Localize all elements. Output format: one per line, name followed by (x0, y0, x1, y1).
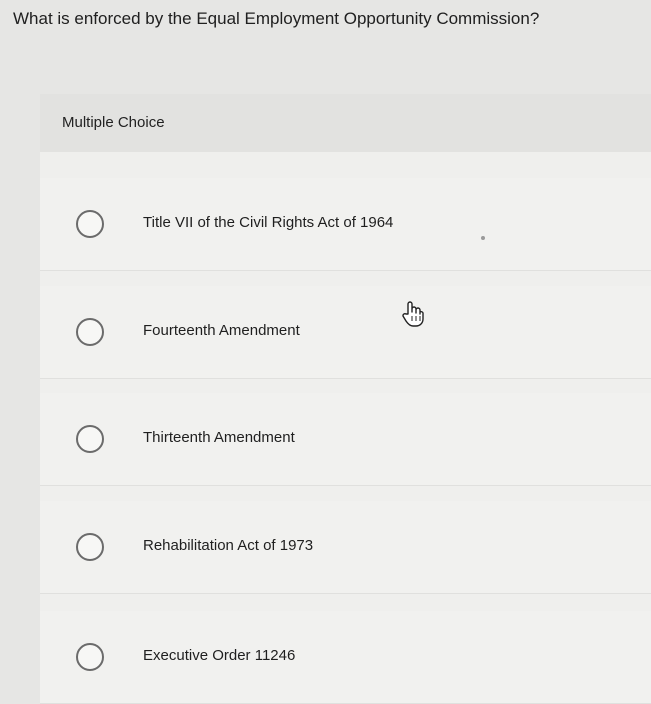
answer-option-2[interactable]: Fourteenth Amendment (40, 286, 651, 379)
answer-option-3[interactable]: Thirteenth Amendment (40, 393, 651, 486)
radio-button[interactable] (76, 643, 104, 671)
answer-option-label: Fourteenth Amendment (143, 322, 300, 339)
radio-button[interactable] (76, 210, 104, 238)
radio-button[interactable] (76, 425, 104, 453)
panel-header: Multiple Choice (40, 94, 651, 152)
answer-panel: Multiple Choice Title VII of the Civil R… (40, 94, 651, 704)
radio-button[interactable] (76, 533, 104, 561)
answer-option-5[interactable]: Executive Order 11246 (40, 611, 651, 704)
question-text: What is enforced by the Equal Employment… (13, 9, 540, 28)
answer-option-label: Rehabilitation Act of 1973 (143, 537, 314, 554)
screen-speck (481, 236, 485, 240)
radio-button[interactable] (76, 318, 104, 346)
answer-option-4[interactable]: Rehabilitation Act of 1973 (40, 501, 651, 594)
answer-option-label: Title VII of the Civil Rights Act of 196… (143, 214, 394, 231)
answer-option-label: Thirteenth Amendment (143, 429, 295, 446)
question-type-label: Multiple Choice (62, 114, 165, 131)
answer-option-1[interactable]: Title VII of the Civil Rights Act of 196… (40, 178, 651, 271)
hand-pointer-icon (401, 300, 425, 328)
answer-option-label: Executive Order 11246 (143, 647, 296, 664)
